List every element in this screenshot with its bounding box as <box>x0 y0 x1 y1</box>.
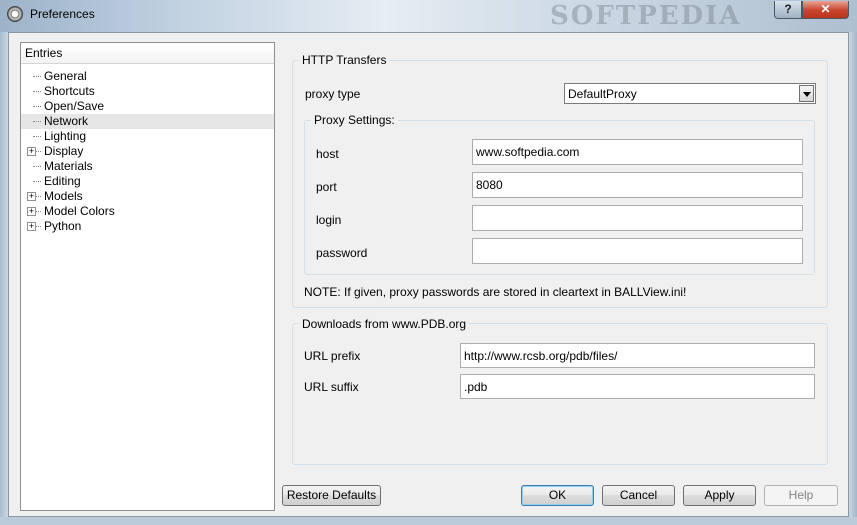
tree-header[interactable]: Entries <box>21 43 274 64</box>
dialog-body: Entries General Shortcuts Open/Save Network… <box>8 32 849 517</box>
host-label: host <box>316 147 339 161</box>
window-frame-bottom <box>0 517 857 525</box>
downloads-title: Downloads from www.PDB.org <box>299 317 470 331</box>
tree-item-label: Open/Save <box>44 99 105 113</box>
tree-item-label: Display <box>44 144 84 158</box>
tree-item-display[interactable]: + Display <box>21 144 274 159</box>
tree-connector <box>33 136 41 137</box>
tree-item-label: Models <box>44 189 83 203</box>
tree-item-model-colors[interactable]: + Model Colors <box>21 204 274 219</box>
tree-connector <box>36 226 41 227</box>
tree-item-label: Editing <box>44 174 81 188</box>
ok-button[interactable]: OK <box>521 485 594 506</box>
login-input[interactable] <box>472 205 803 231</box>
proxy-settings-title: Proxy Settings: <box>311 113 398 127</box>
watermark-logo: SOFTPEDIA <box>550 1 742 31</box>
tree-item-shortcuts[interactable]: Shortcuts <box>21 84 274 99</box>
proxy-note: NOTE: If given, proxy passwords are stor… <box>304 285 687 299</box>
tree-item-lighting[interactable]: Lighting <box>21 129 274 144</box>
restore-defaults-button[interactable]: Restore Defaults <box>282 485 381 506</box>
tree-connector <box>33 76 41 77</box>
tree-item-label: General <box>44 69 87 83</box>
chevron-down-icon[interactable] <box>799 85 814 102</box>
expand-icon[interactable]: + <box>27 147 36 156</box>
tree-item-label: Materials <box>44 159 93 173</box>
tree-connector <box>33 181 41 182</box>
help-title-button[interactable]: ? <box>774 1 802 19</box>
tree-item-materials[interactable]: Materials <box>21 159 274 174</box>
password-label: password <box>316 246 368 260</box>
port-input[interactable] <box>472 172 803 198</box>
window-frame-right <box>849 32 857 525</box>
entries-tree[interactable]: Entries General Shortcuts Open/Save Network… <box>20 42 275 511</box>
expand-icon[interactable]: + <box>27 207 36 216</box>
tree-connector <box>33 121 41 122</box>
tree-connector <box>33 166 41 167</box>
expand-icon[interactable]: + <box>27 222 36 231</box>
proxy-type-label: proxy type <box>305 87 361 101</box>
title-bar: Preferences SOFTPEDIA ? ✕ <box>0 0 857 32</box>
tree-connector <box>36 151 41 152</box>
apply-button[interactable]: Apply <box>683 485 756 506</box>
password-input[interactable] <box>472 238 803 264</box>
url-suffix-label: URL suffix <box>304 380 359 394</box>
cancel-button[interactable]: Cancel <box>602 485 675 506</box>
url-suffix-input[interactable] <box>460 374 815 399</box>
app-icon[interactable] <box>7 6 23 22</box>
tree-header-label: Entries <box>25 46 63 60</box>
proxy-type-value: DefaultProxy <box>568 87 637 101</box>
tree-item-general[interactable]: General <box>21 69 274 84</box>
window-frame-left <box>0 32 8 525</box>
tree-item-editing[interactable]: Editing <box>21 174 274 189</box>
tree-item-label: Python <box>44 219 82 233</box>
close-button[interactable]: ✕ <box>802 1 849 19</box>
tree-connector <box>36 196 41 197</box>
tree-item-open-save[interactable]: Open/Save <box>21 99 274 114</box>
tree-item-label: Network <box>44 114 89 128</box>
login-label: login <box>316 213 342 227</box>
http-transfers-title: HTTP Transfers <box>299 53 390 67</box>
host-input[interactable] <box>472 139 803 165</box>
tree-connector <box>36 211 41 212</box>
window-title: Preferences <box>30 7 95 21</box>
tree-item-label: Model Colors <box>44 204 115 218</box>
tree-item-network[interactable]: Network <box>21 114 274 129</box>
proxy-type-select[interactable]: DefaultProxy <box>564 83 816 104</box>
help-button: Help <box>764 485 838 506</box>
tree-item-label: Shortcuts <box>44 84 95 98</box>
expand-icon[interactable]: + <box>27 192 36 201</box>
port-label: port <box>316 180 337 194</box>
url-prefix-input[interactable] <box>460 343 815 368</box>
tree-connector <box>33 91 41 92</box>
url-prefix-label: URL prefix <box>304 349 361 363</box>
tree-connector <box>33 106 41 107</box>
tree-item-label: Lighting <box>44 129 87 143</box>
tree-item-python[interactable]: + Python <box>21 219 274 234</box>
tree-item-models[interactable]: + Models <box>21 189 274 204</box>
